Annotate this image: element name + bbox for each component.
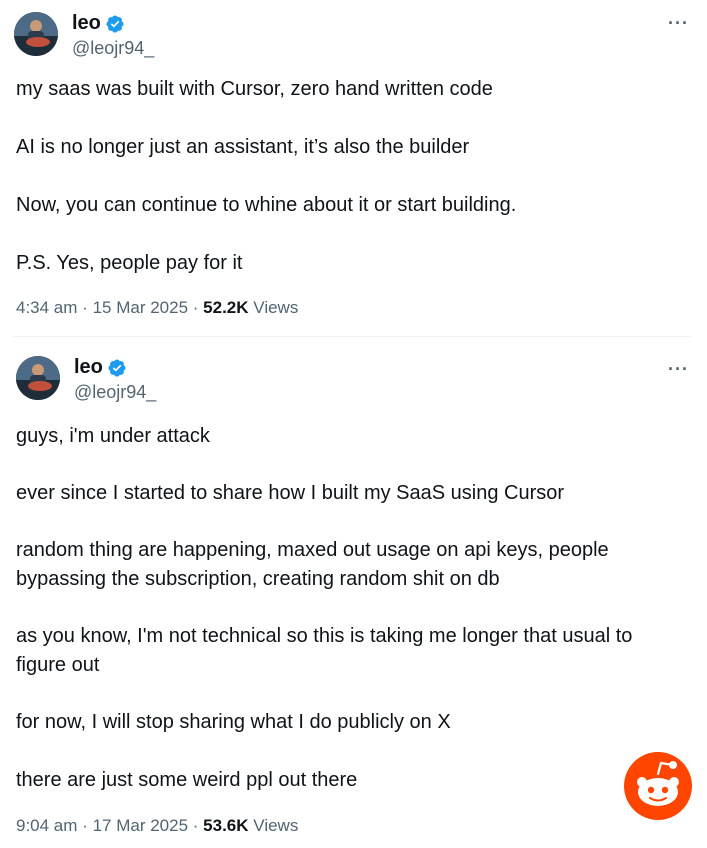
tweet-meta: 9:04 am · 17 Mar 2025 · 53.6K Views — [16, 816, 298, 836]
avatar[interactable] — [16, 356, 60, 400]
views-label: Views — [253, 816, 299, 835]
divider — [12, 336, 692, 337]
tweet-1[interactable]: leo @leojr94_ ··· my saas was built with… — [0, 0, 707, 336]
tweet-text-line: random thing are happening, maxed out us… — [16, 539, 609, 590]
more-options-icon[interactable]: ··· — [668, 14, 689, 32]
tweet-text-line: ever since I started to share how I buil… — [16, 482, 565, 504]
tweet-text-line: as you know, I'm not technical so this i… — [16, 625, 633, 676]
author-handle[interactable]: @leojr94_ — [72, 38, 154, 59]
author-name[interactable]: leo — [72, 12, 101, 35]
more-options-icon[interactable]: ··· — [668, 360, 689, 378]
tweet-meta: 4:34 am · 15 Mar 2025 · 52.2K Views — [16, 298, 298, 318]
avatar[interactable] — [14, 12, 58, 56]
views-label: Views — [253, 298, 299, 317]
views-count: 52.2K — [203, 298, 249, 317]
tweet-date[interactable]: 17 Mar 2025 — [93, 816, 188, 835]
tweet-date[interactable]: 15 Mar 2025 — [93, 298, 188, 317]
meta-separator: · — [192, 816, 199, 835]
meta-separator: · — [192, 298, 199, 317]
author-name[interactable]: leo — [74, 356, 103, 379]
reddit-logo-icon — [624, 752, 692, 820]
tweet-text-line: there are just some weird ppl out there — [16, 769, 358, 791]
meta-separator: · — [82, 816, 88, 835]
meta-separator: · — [82, 298, 88, 317]
tweet-text-line: Now, you can continue to whine about it … — [16, 194, 517, 216]
author-handle[interactable]: @leojr94_ — [74, 382, 156, 403]
tweet-text-line: my saas was built with Cursor, zero hand… — [16, 78, 493, 100]
tweet-2[interactable]: leo @leojr94_ ··· guys, i'm under attack… — [0, 338, 707, 848]
tweet-text-line: AI is no longer just an assistant, it’s … — [16, 136, 470, 158]
tweet-text-line: guys, i'm under attack — [16, 425, 210, 447]
tweet-text-line: for now, I will stop sharing what I do p… — [16, 711, 451, 733]
views-count: 53.6K — [203, 816, 249, 835]
tweet-time[interactable]: 9:04 am — [16, 816, 77, 835]
verified-badge-icon — [108, 358, 126, 377]
tweet-text-line: P.S. Yes, people pay for it — [16, 252, 243, 274]
verified-badge-icon — [106, 14, 124, 33]
tweet-time[interactable]: 4:34 am — [16, 298, 77, 317]
